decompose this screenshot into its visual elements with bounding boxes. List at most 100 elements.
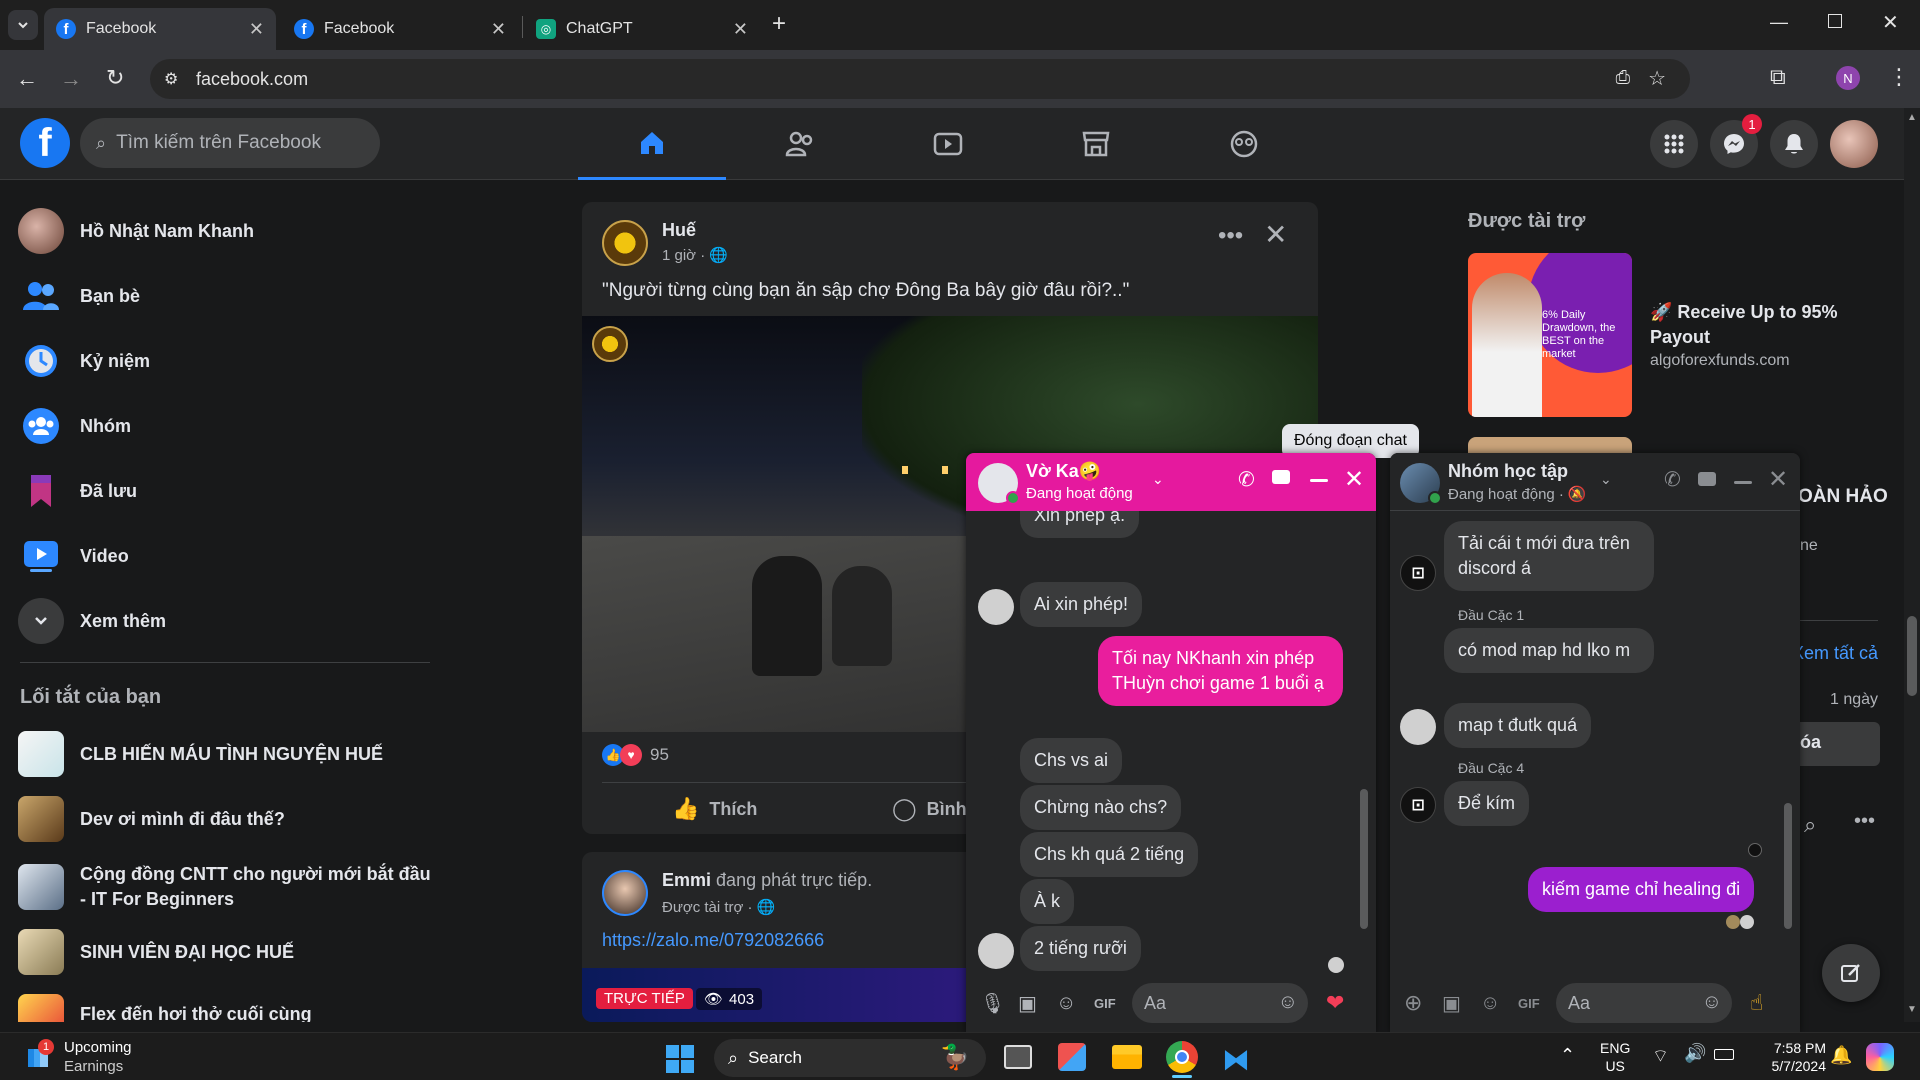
shortcut-item[interactable]: Cộng đồng CNTT cho người mới bắt đầu - I…: [18, 862, 438, 912]
scroll-up-arrow[interactable]: ▲: [1907, 112, 1917, 123]
video-call-icon[interactable]: [1272, 470, 1290, 484]
sponsored-label[interactable]: Được tài trợ ·: [662, 899, 753, 916]
chat-header[interactable]: Vờ Ka🤪 Đang hoạt động ⌄ ✆ ✕: [966, 453, 1376, 511]
copilot-icon[interactable]: [1866, 1043, 1894, 1071]
ad-image[interactable]: 6% Daily Drawdown, the BEST on the marke…: [1468, 253, 1632, 417]
close-chat-icon[interactable]: ✕: [1768, 465, 1788, 494]
message-input[interactable]: Aa ☺: [1556, 983, 1732, 1023]
clock[interactable]: 7:58 PM 5/7/2024: [1752, 1039, 1827, 1075]
video-call-icon[interactable]: [1698, 472, 1716, 486]
scrollbar-thumb[interactable]: [1907, 616, 1917, 696]
search-input[interactable]: ⌕ Tìm kiếm trên Facebook: [80, 118, 380, 168]
minimize-window-icon[interactable]: —: [1770, 12, 1788, 33]
contacts-search-icon[interactable]: ⌕: [1804, 812, 1816, 838]
sidebar-item-groups[interactable]: Nhóm: [18, 398, 131, 454]
sidebar-item-memories[interactable]: Kỷ niệm: [18, 333, 150, 389]
new-tab-button[interactable]: +: [772, 10, 786, 38]
chat-header[interactable]: Nhóm học tập Đang hoạt động · 🔕 ⌄ ✆ ✕: [1390, 453, 1800, 511]
restore-window-icon[interactable]: [1828, 14, 1842, 28]
windows-start-icon[interactable]: [666, 1045, 694, 1073]
sidebar-item-see-more[interactable]: Xem thêm: [18, 593, 166, 649]
gif-icon[interactable]: GIF: [1518, 996, 1556, 1011]
post-author[interactable]: Emmi: [662, 870, 711, 890]
nav-gaming-tab[interactable]: [1170, 108, 1318, 180]
emoji-icon[interactable]: ☺: [1702, 991, 1722, 1014]
comment-button[interactable]: ◯ Bình: [892, 792, 967, 826]
browser-tab-facebook-active[interactable]: f Facebook ✕: [44, 8, 276, 50]
author-avatar[interactable]: [602, 870, 648, 916]
new-message-button[interactable]: [1822, 944, 1880, 1002]
forward-arrow-icon[interactable]: →: [60, 66, 82, 92]
page-scrollbar[interactable]: ▲ ▼: [1904, 108, 1920, 1022]
chat-scrollbar-thumb[interactable]: [1360, 789, 1368, 929]
post-options-icon[interactable]: •••: [1218, 222, 1243, 250]
task-view-icon[interactable]: [1004, 1045, 1032, 1069]
nav-home-tab[interactable]: [578, 108, 726, 180]
taskbar-search-box[interactable]: ⌕ Search 🦆: [714, 1039, 986, 1077]
weather-widget[interactable]: 1 Upcoming Earnings: [22, 1039, 222, 1075]
page-avatar[interactable]: [602, 220, 648, 266]
notification-bell-icon[interactable]: 🔔: [1830, 1045, 1852, 1066]
chrome-icon[interactable]: [1166, 1041, 1198, 1073]
nav-marketplace-tab[interactable]: [1022, 108, 1170, 180]
browser-tab-facebook[interactable]: f Facebook ✕: [282, 8, 518, 50]
nav-friends-tab[interactable]: [726, 108, 874, 180]
message-input[interactable]: Aa ☺: [1132, 983, 1308, 1023]
chevron-down-icon[interactable]: ⌄: [1600, 471, 1612, 488]
quick-react-icon[interactable]: ☝: [1750, 990, 1763, 1016]
ad-title[interactable]: 🚀 Receive Up to 95% Payout: [1650, 300, 1890, 350]
phone-call-icon[interactable]: ✆: [1238, 467, 1255, 492]
microphone-icon[interactable]: 🎙: [980, 991, 1018, 1016]
sticker-icon[interactable]: ☺: [1480, 992, 1518, 1015]
scroll-down-arrow[interactable]: ▼: [1907, 1004, 1917, 1015]
close-window-icon[interactable]: ✕: [1882, 10, 1899, 35]
news-app-icon[interactable]: [1058, 1043, 1086, 1071]
phone-call-icon[interactable]: ✆: [1664, 467, 1681, 492]
reload-icon[interactable]: ↻: [106, 65, 124, 91]
install-app-icon[interactable]: ⎙: [1616, 67, 1630, 88]
like-button[interactable]: 👍 Thích: [672, 792, 757, 826]
post-time[interactable]: 1 giờ ·: [662, 247, 705, 264]
browser-tab-chatgpt[interactable]: ◎ ChatGPT ✕: [524, 8, 760, 50]
photo-icon[interactable]: ▣: [1442, 991, 1480, 1016]
partial-delete-button[interactable]: óa: [1790, 722, 1880, 766]
vscode-icon[interactable]: ⧓: [1222, 1043, 1250, 1076]
tab-close-icon[interactable]: ✕: [733, 19, 748, 40]
notifications-button[interactable]: [1770, 120, 1818, 168]
tab-search-button[interactable]: [8, 10, 38, 40]
reactions-summary[interactable]: 👍 ♥ 95: [602, 744, 669, 766]
language-indicator[interactable]: ENG US: [1600, 1039, 1630, 1075]
file-explorer-icon[interactable]: [1112, 1045, 1142, 1069]
shortcut-item[interactable]: CLB HIẾN MÁU TÌNH NGUYỆN HUẾ: [18, 731, 438, 777]
gif-icon[interactable]: GIF: [1094, 996, 1132, 1011]
post-author[interactable]: Huế: [662, 220, 696, 241]
volume-icon[interactable]: 🔊: [1684, 1043, 1706, 1064]
battery-icon[interactable]: [1714, 1049, 1734, 1060]
facebook-logo[interactable]: f: [20, 118, 70, 168]
close-chat-icon[interactable]: ✕: [1344, 465, 1364, 494]
close-post-icon[interactable]: ✕: [1264, 218, 1287, 251]
extensions-icon[interactable]: ⧉: [1770, 64, 1786, 90]
shortcut-item[interactable]: Dev ơi mình đi đâu thế?: [18, 796, 438, 842]
bookmark-star-icon[interactable]: ☆: [1648, 66, 1666, 91]
browser-menu-icon[interactable]: ⋮: [1888, 64, 1910, 90]
nav-watch-tab[interactable]: [874, 108, 1022, 180]
shortcut-item[interactable]: SINH VIÊN ĐẠI HỌC HUẾ: [18, 929, 438, 975]
post-link[interactable]: https://zalo.me/0792082666: [602, 930, 824, 951]
minimize-chat-icon[interactable]: [1734, 481, 1752, 484]
tab-close-icon[interactable]: ✕: [491, 19, 506, 40]
chat-message-area[interactable]: Xin phép ạ. Ai xin phép! Tối nay NKhanh …: [966, 511, 1376, 973]
wifi-icon[interactable]: ⌔: [1652, 1045, 1669, 1068]
sticker-icon[interactable]: ☺: [1056, 992, 1094, 1015]
back-arrow-icon[interactable]: ←: [16, 66, 38, 92]
contacts-options-icon[interactable]: •••: [1854, 810, 1875, 833]
messenger-button[interactable]: 1: [1710, 114, 1762, 168]
address-bar[interactable]: ⚙ facebook.com ⎙ ☆: [150, 59, 1690, 99]
see-all-link[interactable]: Xem tất cả: [1792, 643, 1878, 664]
account-avatar[interactable]: [1830, 120, 1878, 168]
sidebar-item-friends[interactable]: Bạn bè: [18, 268, 140, 324]
sidebar-item-video[interactable]: Video: [18, 528, 129, 584]
chat-scrollbar-thumb[interactable]: [1784, 803, 1792, 929]
profile-avatar[interactable]: N: [1836, 66, 1860, 90]
chat-message-area[interactable]: ⊡ Tải cái t mới đưa trên discord á Đầu C…: [1390, 511, 1800, 973]
